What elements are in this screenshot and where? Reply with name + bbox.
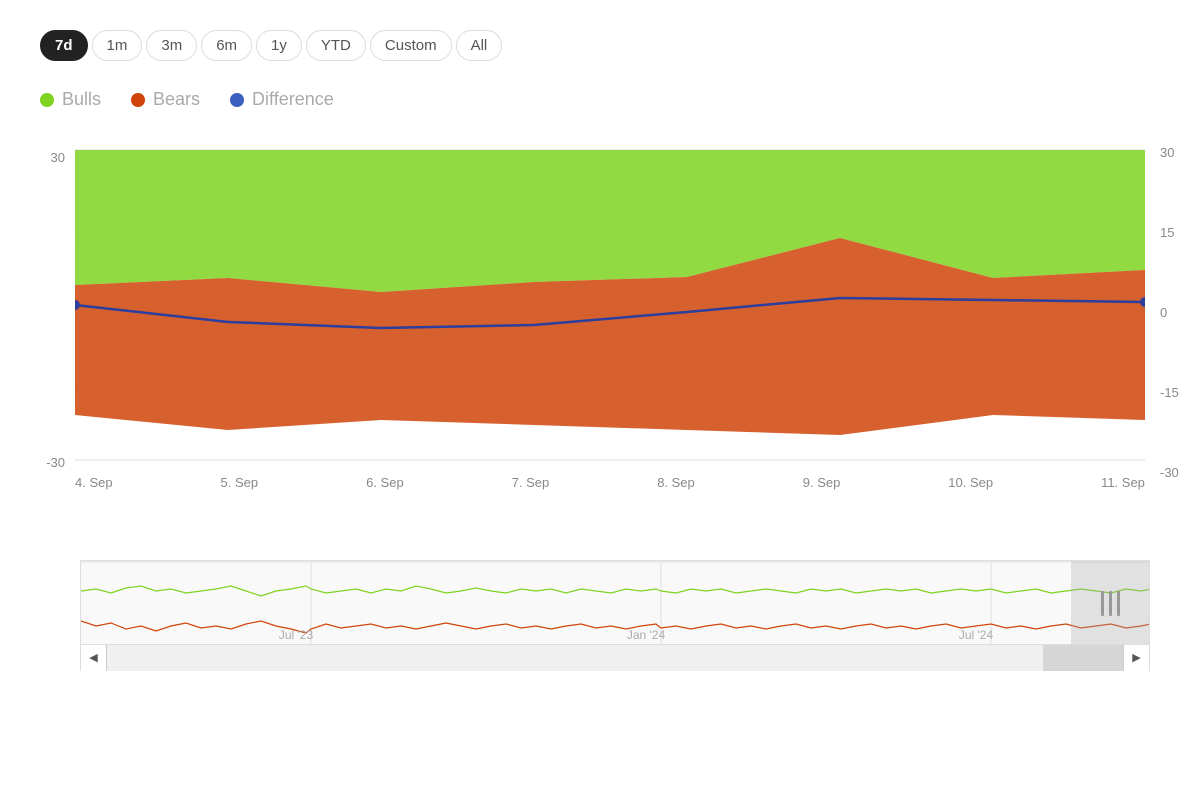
- mini-label-jul23: Jul '23: [279, 628, 314, 642]
- time-btn-ytd[interactable]: YTD: [306, 30, 366, 61]
- scroll-right-button[interactable]: ▶: [1123, 645, 1149, 671]
- legend-label-difference: Difference: [252, 89, 334, 110]
- y-label-neg30-left: -30: [0, 455, 75, 470]
- legend-item-bulls: Bulls: [40, 89, 101, 110]
- legend: Bulls Bears Difference: [0, 81, 1200, 130]
- y-label-0-right: 0: [1155, 305, 1200, 320]
- bulls-area: [75, 150, 1145, 292]
- time-btn-6m[interactable]: 6m: [201, 30, 252, 61]
- mini-label-jan24: Jan '24: [627, 628, 666, 642]
- legend-item-bears: Bears: [131, 89, 200, 110]
- legend-label-bulls: Bulls: [62, 89, 101, 110]
- scroll-thumb[interactable]: [1043, 645, 1123, 671]
- time-btn-7d[interactable]: 7d: [40, 30, 88, 61]
- x-label-sep8: 8. Sep: [657, 475, 695, 490]
- y-label-neg15-right: -15: [1155, 385, 1200, 400]
- legend-dot-bulls: [40, 93, 54, 107]
- time-btn-all[interactable]: All: [456, 30, 503, 61]
- time-btn-3m[interactable]: 3m: [146, 30, 197, 61]
- scroll-left-button[interactable]: ◀: [81, 645, 107, 671]
- x-label-sep5: 5. Sep: [221, 475, 259, 490]
- x-label-sep7: 7. Sep: [512, 475, 550, 490]
- legend-item-difference: Difference: [230, 89, 334, 110]
- time-btn-custom[interactable]: Custom: [370, 30, 452, 61]
- x-label-sep9: 9. Sep: [803, 475, 841, 490]
- scroll-track: [107, 645, 1123, 671]
- main-chart-svg: [75, 130, 1145, 500]
- y-label-neg30-right: -30: [1155, 465, 1200, 480]
- y-label-30-left: 30: [0, 150, 75, 165]
- x-label-sep11: 11. Sep: [1101, 475, 1145, 490]
- mini-label-jul24: Jul '24: [959, 628, 994, 642]
- time-btn-1y[interactable]: 1y: [256, 30, 302, 61]
- legend-dot-difference: [230, 93, 244, 107]
- time-btn-1m[interactable]: 1m: [92, 30, 143, 61]
- y-label-15-right: 15: [1155, 225, 1200, 240]
- legend-dot-bears: [131, 93, 145, 107]
- x-label-sep6: 6. Sep: [366, 475, 404, 490]
- mini-chart-svg: Jul '23 Jan '24 Jul '24: [80, 560, 1150, 645]
- main-container: 7d1m3m6m1yYTDCustomAll Bulls Bears Diffe…: [0, 0, 1200, 800]
- x-label-sep4: 4. Sep: [75, 475, 113, 490]
- mini-bulls-line: [81, 586, 1150, 596]
- time-range-bar: 7d1m3m6m1yYTDCustomAll: [0, 20, 1200, 71]
- y-label-30-right: 30: [1155, 145, 1200, 160]
- x-label-sep10: 10. Sep: [948, 475, 993, 490]
- legend-label-bears: Bears: [153, 89, 200, 110]
